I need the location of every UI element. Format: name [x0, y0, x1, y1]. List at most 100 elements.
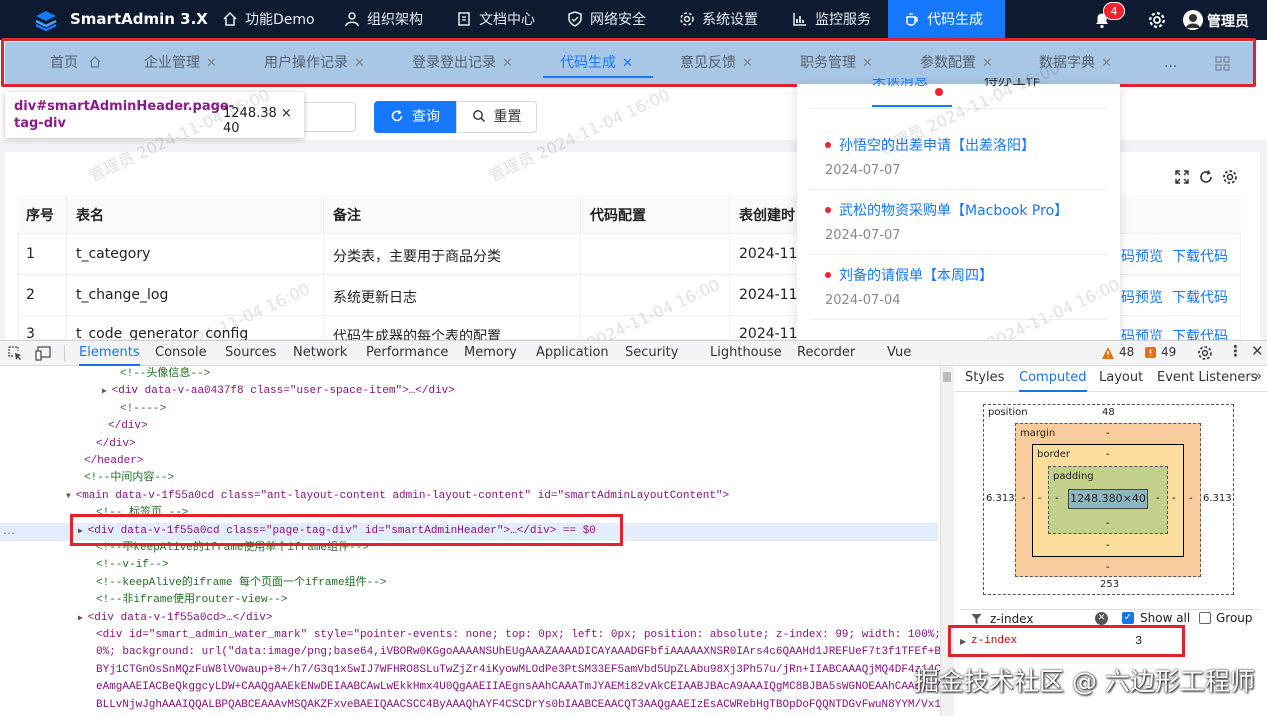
inspect-element-icon[interactable]: [8, 346, 23, 361]
group-checkbox[interactable]: [1199, 612, 1211, 624]
menu-item-codegen[interactable]: 代码生成: [888, 0, 1005, 40]
box-position-left: 6.313: [986, 493, 1015, 504]
issues-count[interactable]: 49: [1161, 345, 1176, 359]
selected-node-outline: [70, 514, 623, 546]
cell-no: 1: [26, 246, 35, 262]
expand-triangle-icon[interactable]: ▶: [102, 387, 112, 396]
show-all-checkbox[interactable]: ✓: [1122, 612, 1134, 624]
event-listeners-tab[interactable]: Event Listeners: [1157, 366, 1257, 392]
dom-node-line[interactable]: <!--中间内容-->: [0, 470, 940, 487]
dom-node-line[interactable]: </div>: [0, 418, 940, 435]
dom-node-text: <!--头像信息-->: [120, 368, 211, 380]
fullscreen-icon[interactable]: [1174, 169, 1190, 185]
devtools-tab-recorder[interactable]: Recorder: [797, 341, 855, 366]
devtools-tab-security[interactable]: Security: [625, 341, 678, 366]
notification-title[interactable]: 刘备的请假单【本周四】: [839, 265, 993, 285]
computed-tab[interactable]: Computed: [1019, 366, 1087, 392]
dom-node-line[interactable]: <!--头像信息-->: [0, 366, 940, 383]
dom-node-text: 0%; background: url("data:image/png;base…: [96, 646, 940, 659]
devtools-tab-application[interactable]: Application: [536, 341, 609, 366]
toolbar-divider: [64, 345, 65, 362]
logo-icon: [35, 11, 57, 32]
cell-created: 2024-11-: [739, 246, 797, 262]
warning-count[interactable]: 48: [1119, 345, 1134, 359]
search-input[interactable]: [300, 102, 356, 132]
clear-filter-icon[interactable]: ✕: [1095, 612, 1108, 625]
dom-node-line[interactable]: BYj1CTGnOsSnMQzFuW8lVOwaup+8+/h7/G3q1x5w…: [0, 662, 940, 679]
reset-button[interactable]: 重置: [456, 101, 537, 133]
notification-title[interactable]: 武松的物资采购单【Macbook Pro】: [839, 200, 1068, 220]
dom-node-line[interactable]: ▶ <div data-v-1f55a0cd>…</div>: [0, 610, 940, 627]
dom-node-line[interactable]: <div id="smart_admin_water_mark" style="…: [0, 627, 940, 644]
dom-node-line[interactable]: <!---->: [0, 401, 940, 418]
layout-tab[interactable]: Layout: [1099, 366, 1143, 392]
preview-code-link[interactable]: 码预览: [1121, 287, 1163, 307]
preview-code-link[interactable]: 码预览: [1121, 246, 1163, 266]
devtools-tab-vue[interactable]: Vue: [887, 341, 911, 366]
devtools-tab-elements[interactable]: Elements: [79, 341, 140, 366]
menu-item-label: 文档中心: [479, 12, 535, 28]
cell-remark: 分类表，主要用于商品分类: [333, 249, 501, 265]
chevron-right-icon[interactable]: »: [1254, 369, 1262, 384]
issues-icon[interactable]: [1144, 346, 1157, 359]
dom-node-text: <!--keepAlive的iframe 每个页面一个iframe组件-->: [96, 576, 387, 589]
menu-item-security[interactable]: 网络安全: [567, 0, 646, 40]
close-devtools-icon[interactable]: ✕: [1251, 342, 1264, 360]
styles-tab[interactable]: Styles: [965, 366, 1004, 392]
dom-node-line[interactable]: ▼ <main data-v-1f55a0cd class="ant-layou…: [0, 488, 940, 505]
tooltip-size: 1248.38 × 40: [223, 106, 292, 136]
devtools-inspect-tooltip: div#smartAdminHeader.page-tag-div 1248.3…: [5, 92, 304, 138]
dom-node-line[interactable]: <!--非iframe使用router-view-->: [0, 592, 940, 609]
user-name[interactable]: 管理员: [1207, 11, 1249, 31]
scrollbar-thumb[interactable]: [943, 372, 951, 382]
box-margin-label: margin: [1020, 428, 1056, 439]
query-button[interactable]: 查询: [374, 101, 456, 133]
avatar[interactable]: [1183, 10, 1203, 30]
coffee-icon: [906, 13, 918, 26]
download-code-link[interactable]: 下载代码: [1172, 326, 1228, 340]
menu-item-demo[interactable]: 功能Demo: [222, 0, 315, 40]
download-code-link[interactable]: 下载代码: [1172, 287, 1228, 307]
dom-node-text: BLLvNjwJghAAAIQQALBPQABCEAAAvMSQAKZFxveB…: [96, 698, 940, 711]
column-settings-icon[interactable]: [1222, 169, 1238, 185]
dom-node-text: <!--非iframe使用router-view-->: [96, 594, 288, 607]
preview-code-link[interactable]: 码预览: [1121, 326, 1163, 340]
dom-node-line[interactable]: </header>: [0, 453, 940, 470]
more-options-icon[interactable]: ⋮: [1228, 342, 1243, 360]
dom-node-line[interactable]: </div>: [0, 436, 940, 453]
device-toolbar-icon[interactable]: [35, 346, 51, 361]
query-button-label: 查询: [412, 109, 440, 125]
menu-item-settings[interactable]: 系统设置: [679, 0, 758, 40]
filter-input[interactable]: z-index: [990, 612, 1033, 626]
devtools-tab-memory[interactable]: Memory: [464, 341, 517, 366]
dom-node-line[interactable]: eAmgAAEIACBeQkggcyLDW+CAAQgAAEkENwDEIAAB…: [0, 679, 940, 696]
download-code-link[interactable]: 下载代码: [1172, 246, 1228, 266]
expand-triangle-icon[interactable]: ▼: [66, 492, 76, 501]
dom-node-line[interactable]: <!--keepAlive的iframe 每个页面一个iframe组件-->: [0, 575, 940, 592]
devtools-tab-network[interactable]: Network: [293, 341, 347, 366]
warning-icon[interactable]: [1101, 346, 1115, 360]
menu-item-org[interactable]: 组织架构: [344, 0, 423, 40]
expand-triangle-icon[interactable]: ▶: [78, 614, 88, 623]
devtools-tab-sources[interactable]: Sources: [225, 341, 276, 366]
popup-tab-todo[interactable]: 待办工作: [984, 78, 1040, 92]
settings-gear-icon[interactable]: [1148, 11, 1166, 29]
dom-node-line[interactable]: BLLvNjwJghAAAIQQALBPQABCEAAAvMSQAKZFxveB…: [0, 697, 940, 714]
box-dash: -: [1106, 518, 1110, 529]
devtools-settings-icon[interactable]: [1197, 345, 1213, 361]
devtools-tab-performance[interactable]: Performance: [366, 341, 448, 366]
dom-node-line[interactable]: <!--v-if-->: [0, 557, 940, 574]
refresh-icon[interactable]: [1198, 169, 1214, 185]
box-dash: -: [1106, 540, 1110, 551]
menu-item-monitor[interactable]: 监控服务: [792, 0, 871, 40]
devtools-tab-lighthouse[interactable]: Lighthouse: [710, 341, 782, 366]
dom-node-line[interactable]: 0%; background: url("data:image/png;base…: [0, 644, 940, 661]
notification-title[interactable]: 孙悟空的出差申请【出差洛阳】: [839, 135, 1035, 155]
devtools-tab-console[interactable]: Console: [155, 341, 207, 366]
menu-item-docs[interactable]: 文档中心: [456, 0, 535, 40]
box-dash: -: [1022, 493, 1026, 504]
group-label: Group: [1216, 611, 1253, 625]
popup-tab-unread[interactable]: 未读消息: [872, 78, 928, 92]
box-position-label: position: [988, 407, 1028, 418]
dom-node-line[interactable]: ▶ <div data-v-aa0437f8 class="user-space…: [0, 383, 940, 400]
